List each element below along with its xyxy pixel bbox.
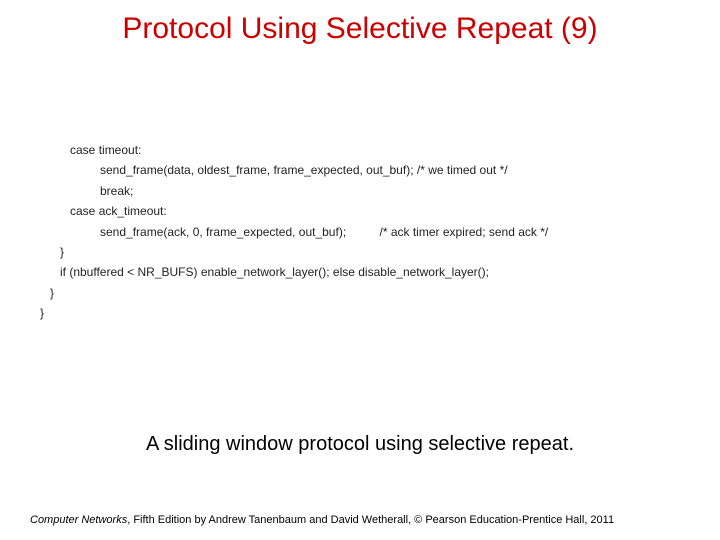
code-line: case timeout:	[40, 143, 141, 157]
slide-title: Protocol Using Selective Repeat (9)	[0, 12, 720, 46]
code-line: }	[40, 306, 44, 320]
code-line: }	[40, 245, 64, 259]
slide: Protocol Using Selective Repeat (9) case…	[0, 0, 720, 540]
footer-rest: , Fifth Edition by Andrew Tanenbaum and …	[127, 514, 614, 526]
footer-book-title: Computer Networks	[30, 514, 127, 526]
code-line: case ack_timeout:	[40, 204, 167, 218]
code-line: }	[40, 286, 54, 300]
caption: A sliding window protocol using selectiv…	[0, 433, 720, 456]
code-block: case timeout: send_frame(data, oldest_fr…	[40, 140, 700, 324]
footer: Computer Networks, Fifth Edition by Andr…	[30, 514, 690, 526]
code-line: send_frame(data, oldest_frame, frame_exp…	[40, 163, 508, 177]
code-line: break;	[40, 184, 133, 198]
code-line: if (nbuffered < NR_BUFS) enable_network_…	[40, 265, 489, 279]
code-line: send_frame(ack, 0, frame_expected, out_b…	[40, 225, 548, 239]
